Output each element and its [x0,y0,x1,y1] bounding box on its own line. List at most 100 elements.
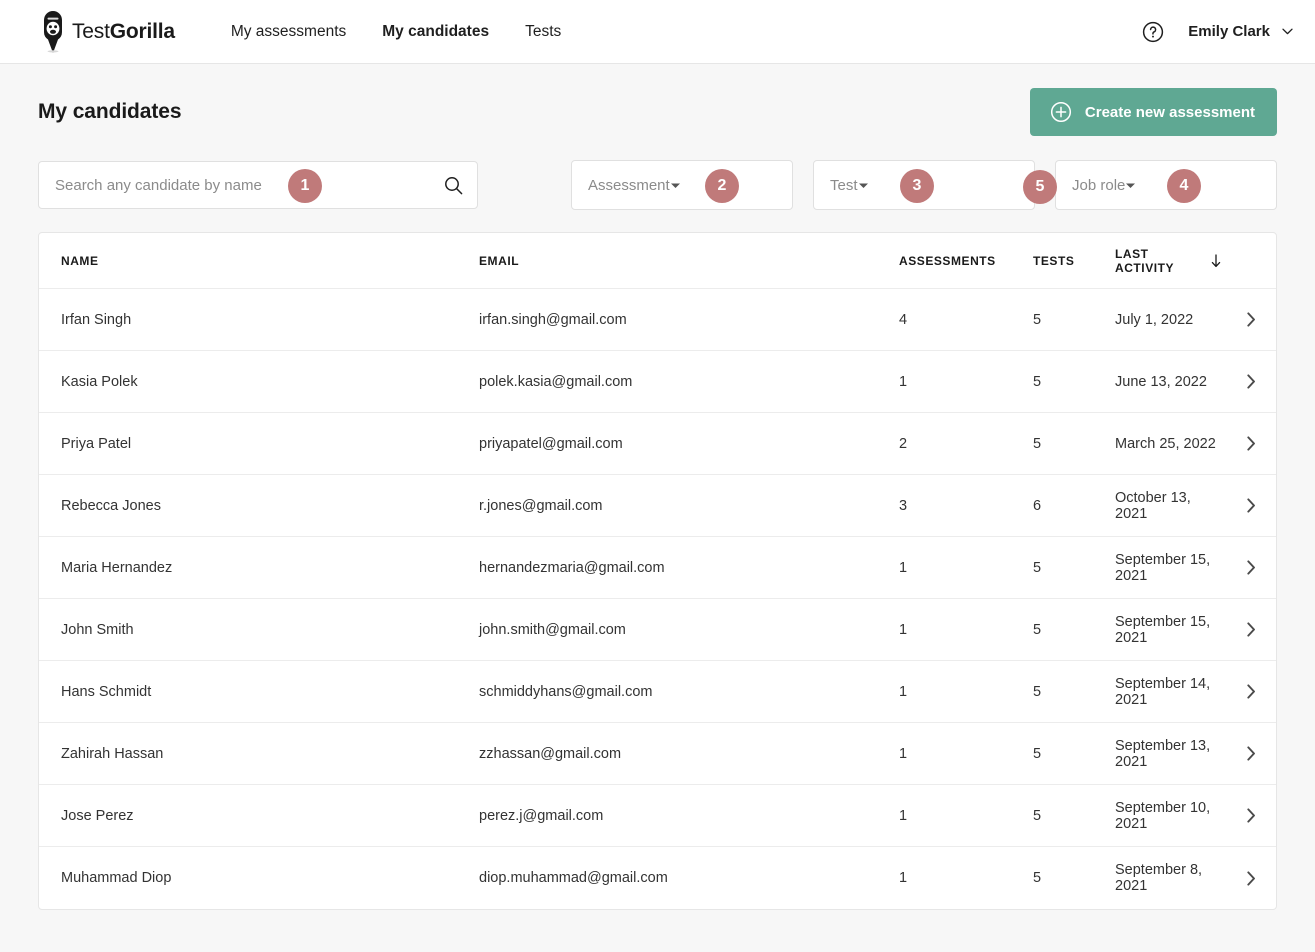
cell-email: schmiddyhans@gmail.com [479,684,899,700]
table-row[interactable]: Zahirah Hassan zzhassan@gmail.com 1 5 Se… [39,723,1276,785]
cell-assessments: 3 [899,498,1033,514]
column-header-assessments[interactable]: ASSESSMENTS [899,254,1033,268]
table-row[interactable]: Muhammad Diop diop.muhammad@gmail.com 1 … [39,847,1276,909]
table-header-row: NAME EMAIL ASSESSMENTS TESTS LAST ACTIVI… [39,233,1276,289]
callout-badge-2: 2 [705,169,739,203]
callout-badge-3: 3 [900,169,934,203]
assessment-filter-label: Assessment [588,177,670,194]
user-menu[interactable]: Emily Clark [1188,23,1293,40]
cell-email: polek.kasia@gmail.com [479,374,899,390]
cell-last-activity: September 13, 2021 [1115,738,1222,770]
row-detail-chevron[interactable] [1222,498,1256,513]
cell-email: hernandezmaria@gmail.com [479,560,899,576]
cell-name: Jose Perez [61,808,479,824]
topbar-right-group: Emily Clark [1142,21,1293,43]
table-row[interactable]: Jose Perez perez.j@gmail.com 1 5 Septemb… [39,785,1276,847]
top-navigation-bar: TestGorilla My assessments My candidates… [0,0,1315,64]
cell-tests: 5 [1033,746,1115,762]
cell-name: Rebecca Jones [61,498,479,514]
arrow-down-icon [1210,254,1222,268]
table-row[interactable]: Irfan Singh irfan.singh@gmail.com 4 5 Ju… [39,289,1276,351]
cell-name: Muhammad Diop [61,870,479,886]
search-icon[interactable] [444,176,463,195]
column-header-tests[interactable]: TESTS [1033,254,1115,268]
table-row[interactable]: Hans Schmidt schmiddyhans@gmail.com 1 5 … [39,661,1276,723]
nav-link-my-assessments[interactable]: My assessments [231,23,346,41]
row-detail-chevron[interactable] [1222,871,1256,886]
help-circle-icon[interactable] [1142,21,1164,43]
chevron-right-icon [1247,312,1256,327]
chevron-right-icon [1247,498,1256,513]
table-row[interactable]: John Smith john.smith@gmail.com 1 5 Sept… [39,599,1276,661]
filter-selects: Assessment 2 Test 3 Job role [571,160,1277,210]
page-title: My candidates [38,100,181,124]
cell-name: Hans Schmidt [61,684,479,700]
cell-email: diop.muhammad@gmail.com [479,870,899,886]
row-detail-chevron[interactable] [1222,746,1256,761]
cell-email: zzhassan@gmail.com [479,746,899,762]
brand-name-light: Test [72,20,110,43]
cell-last-activity: September 10, 2021 [1115,800,1222,832]
assessment-filter-select[interactable]: Assessment 2 [571,160,793,210]
chevron-right-icon [1247,871,1256,886]
job-role-filter-select[interactable]: Job role 4 [1055,160,1277,210]
cell-tests: 5 [1033,808,1115,824]
chevron-right-icon [1247,560,1256,575]
test-filter-select[interactable]: Test 3 [813,160,1035,210]
filters-row: 1 Assessment 2 Test 3 [26,160,1289,210]
cell-last-activity: October 13, 2021 [1115,490,1222,522]
chevron-right-icon [1247,684,1256,699]
table-row[interactable]: Maria Hernandez hernandezmaria@gmail.com… [39,537,1276,599]
nav-link-tests[interactable]: Tests [525,23,561,41]
chevron-right-icon [1247,374,1256,389]
page-content: My candidates Create new assessment 5 1 [0,64,1315,910]
create-new-assessment-label: Create new assessment [1085,104,1255,121]
test-filter-label: Test [830,177,858,194]
chevron-down-icon [1125,182,1136,189]
cell-tests: 5 [1033,436,1115,452]
cell-last-activity: March 25, 2022 [1115,436,1222,452]
table-row[interactable]: Kasia Polek polek.kasia@gmail.com 1 5 Ju… [39,351,1276,413]
cell-name: Irfan Singh [61,312,479,328]
cell-assessments: 1 [899,622,1033,638]
cell-last-activity: July 1, 2022 [1115,312,1222,328]
search-box[interactable]: 1 [38,161,478,209]
cell-assessments: 1 [899,374,1033,390]
cell-last-activity: June 13, 2022 [1115,374,1222,390]
cell-assessments: 1 [899,684,1033,700]
cell-tests: 5 [1033,312,1115,328]
cell-last-activity: September 15, 2021 [1115,614,1222,646]
column-header-last-activity[interactable]: LAST ACTIVITY [1115,247,1222,275]
row-detail-chevron[interactable] [1222,622,1256,637]
search-input[interactable] [55,162,444,208]
job-role-filter-label: Job role [1072,177,1125,194]
table-row[interactable]: Priya Patel priyapatel@gmail.com 2 5 Mar… [39,413,1276,475]
cell-email: r.jones@gmail.com [479,498,899,514]
cell-assessments: 1 [899,870,1033,886]
cell-tests: 5 [1033,622,1115,638]
plus-circle-icon [1050,101,1072,123]
create-new-assessment-button[interactable]: Create new assessment [1030,88,1277,136]
row-detail-chevron[interactable] [1222,436,1256,451]
row-detail-chevron[interactable] [1222,312,1256,327]
cell-tests: 5 [1033,684,1115,700]
cell-name: Kasia Polek [61,374,479,390]
column-header-last-activity-label: LAST ACTIVITY [1115,247,1202,275]
table-body: Irfan Singh irfan.singh@gmail.com 4 5 Ju… [39,289,1276,909]
row-detail-chevron[interactable] [1222,684,1256,699]
row-detail-chevron[interactable] [1222,808,1256,823]
chevron-down-icon [858,182,869,189]
cell-assessments: 1 [899,746,1033,762]
column-header-name[interactable]: NAME [61,254,479,268]
table-row[interactable]: Rebecca Jones r.jones@gmail.com 3 6 Octo… [39,475,1276,537]
cell-name: Maria Hernandez [61,560,479,576]
gorilla-logo-icon [38,11,68,53]
chevron-right-icon [1247,808,1256,823]
row-detail-chevron[interactable] [1222,560,1256,575]
brand-logo[interactable]: TestGorilla [38,11,175,53]
column-header-email[interactable]: EMAIL [479,254,899,268]
cell-assessments: 2 [899,436,1033,452]
chevron-right-icon [1247,746,1256,761]
row-detail-chevron[interactable] [1222,374,1256,389]
nav-link-my-candidates[interactable]: My candidates [382,23,489,41]
